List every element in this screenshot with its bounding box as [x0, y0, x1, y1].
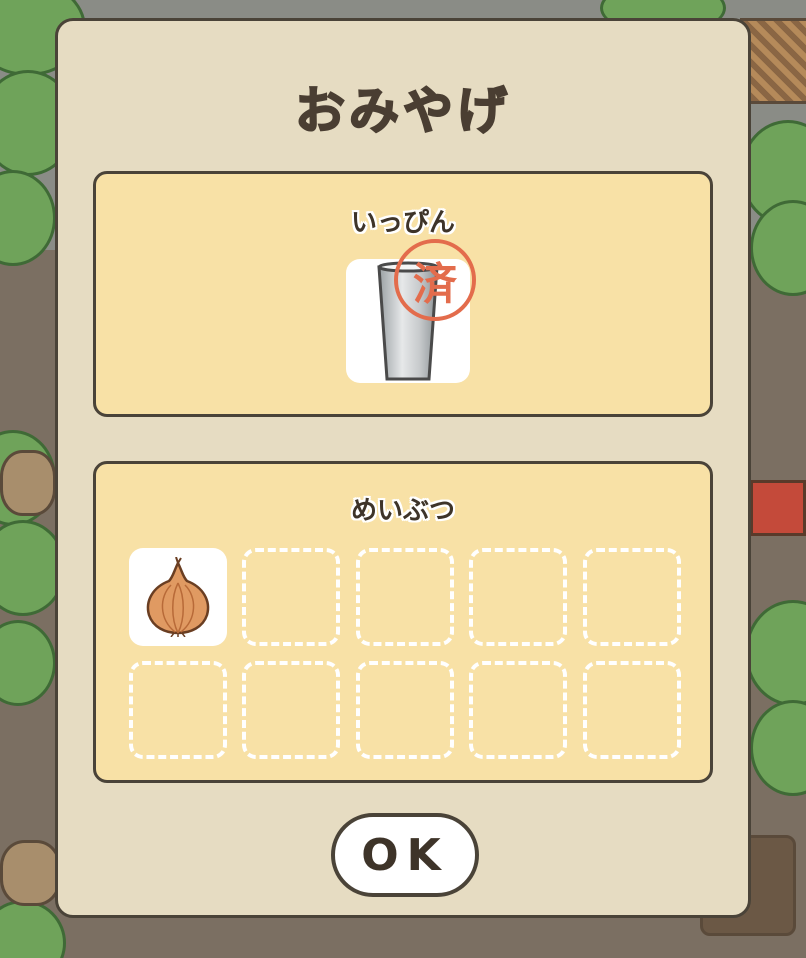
souvenir-dialog: おみやげ いっぴん 済 めいぶつ OK: [55, 18, 751, 918]
onion-icon: [146, 557, 210, 637]
souvenir-slot-empty: [469, 548, 567, 646]
souvenir-slot-empty: [356, 661, 454, 759]
souvenir-slot[interactable]: [129, 548, 227, 646]
ok-button[interactable]: OK: [331, 813, 479, 897]
local-specialty-panel: めいぶつ: [93, 461, 713, 783]
souvenir-slot-empty: [356, 548, 454, 646]
souvenir-slot-empty: [469, 661, 567, 759]
souvenir-slot-empty: [583, 548, 681, 646]
local-specialty-label: めいぶつ: [350, 496, 455, 526]
souvenir-slot-empty: [242, 661, 340, 759]
collected-stamp-icon: 済: [394, 239, 476, 321]
log-stump: [0, 450, 56, 516]
souvenir-slot-empty: [242, 548, 340, 646]
souvenir-slot-empty: [129, 661, 227, 759]
specialty-label: いっぴん: [350, 208, 455, 238]
dialog-title: おみやげ: [294, 81, 511, 141]
log-stump: [0, 840, 61, 906]
red-box: [750, 480, 806, 536]
specialty-panel: いっぴん 済: [93, 171, 713, 417]
souvenir-slot-empty: [583, 661, 681, 759]
